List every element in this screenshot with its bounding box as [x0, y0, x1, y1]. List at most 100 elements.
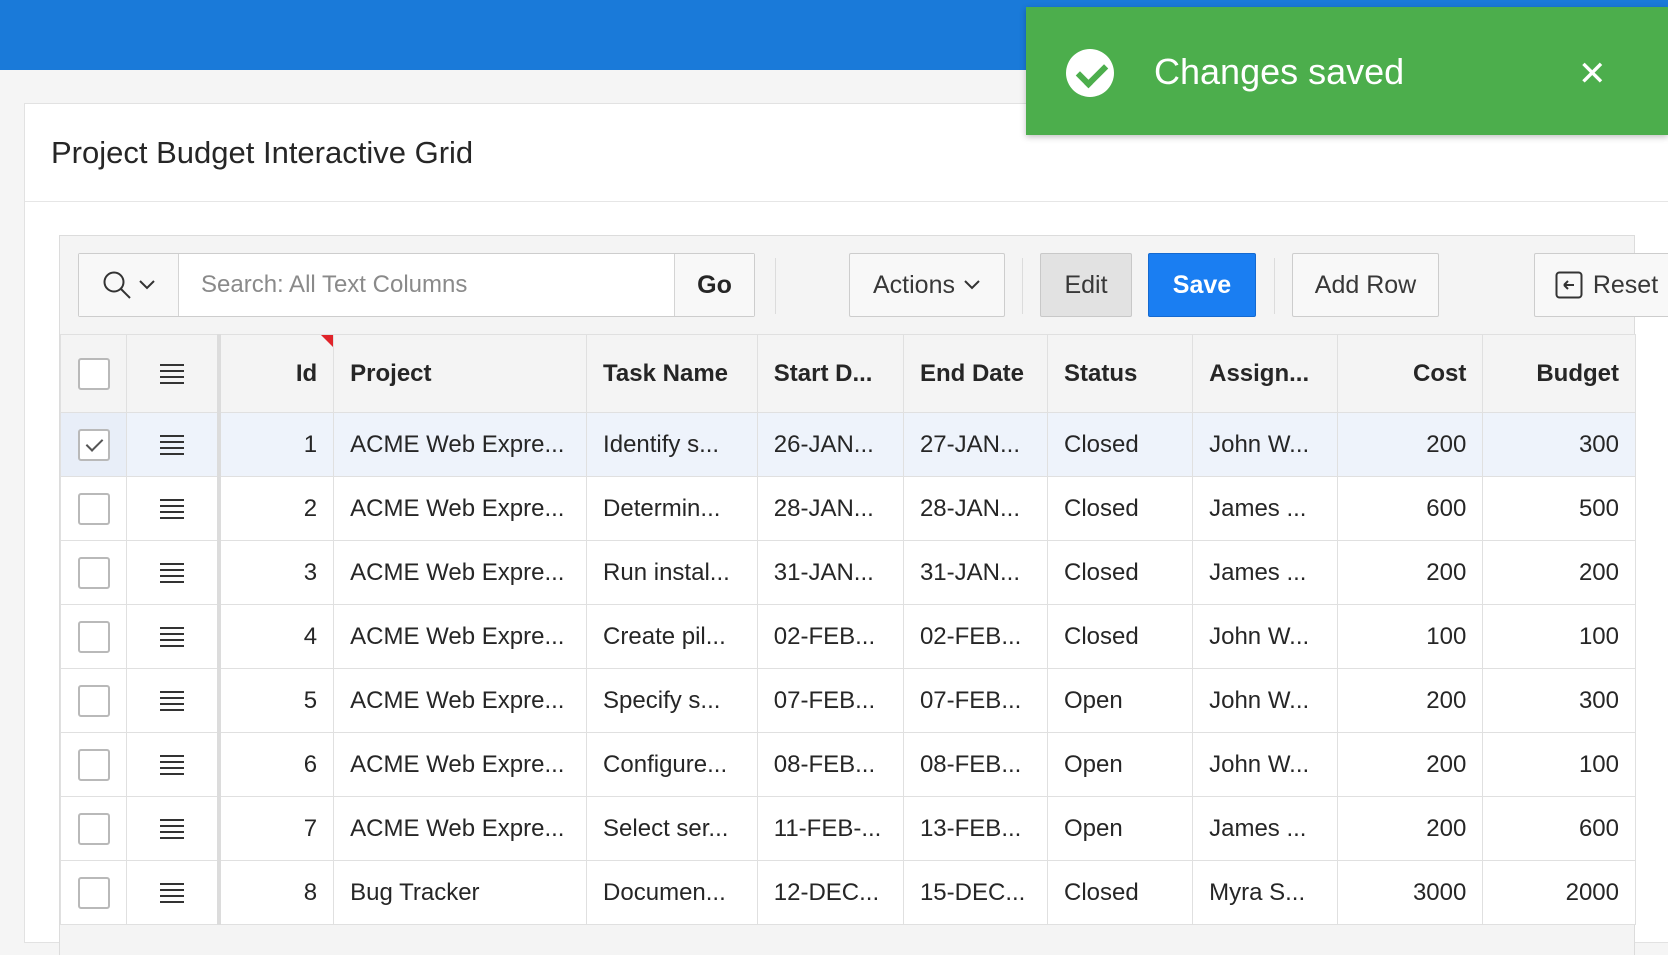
row-actions-cell[interactable]: [126, 412, 222, 477]
cell-status[interactable]: Closed: [1046, 604, 1194, 669]
row-select-cell[interactable]: [59, 540, 128, 605]
cell-project[interactable]: ACME Web Expre...: [333, 796, 588, 861]
cell-task-name[interactable]: Documen...: [586, 860, 758, 925]
table-row[interactable]: 1 ACME Web Expre... Identify s... 26-JAN...…: [59, 412, 1636, 477]
row-actions-cell[interactable]: [126, 796, 222, 861]
search-input[interactable]: [179, 254, 674, 316]
table-row[interactable]: 4 ACME Web Expre... Create pil... 02-FEB...…: [59, 604, 1636, 669]
column-header-project[interactable]: Project: [333, 334, 588, 413]
table-row[interactable]: 8 Bug Tracker Documen... 12-DEC... 15-DEC...…: [59, 860, 1636, 925]
cell-project[interactable]: ACME Web Expre...: [333, 668, 588, 733]
column-header-end-date[interactable]: End Date: [902, 334, 1049, 413]
cell-id[interactable]: 6: [218, 732, 335, 797]
cell-end-date[interactable]: 28-JAN...: [902, 476, 1049, 541]
row-actions-cell[interactable]: [126, 604, 222, 669]
table-row[interactable]: 2 ACME Web Expre... Determin... 28-JAN... 28…: [59, 476, 1636, 541]
row-checkbox[interactable]: [77, 428, 110, 461]
cell-task-name[interactable]: Determin...: [586, 476, 758, 541]
row-actions-icon[interactable]: [160, 627, 185, 648]
cell-budget[interactable]: 300: [1482, 668, 1636, 733]
actions-menu-button[interactable]: Actions: [849, 253, 1005, 317]
row-checkbox[interactable]: [77, 684, 110, 717]
cell-end-date[interactable]: 07-FEB...: [902, 668, 1049, 733]
cell-cost[interactable]: 600: [1337, 476, 1484, 541]
cell-project[interactable]: ACME Web Expre...: [333, 540, 588, 605]
cell-budget[interactable]: 600: [1482, 796, 1636, 861]
cell-project[interactable]: Bug Tracker: [333, 860, 588, 925]
cell-id[interactable]: 5: [218, 668, 335, 733]
cell-budget[interactable]: 2000: [1482, 860, 1636, 925]
row-actions-icon[interactable]: [160, 435, 185, 456]
reset-button[interactable]: Reset: [1534, 253, 1668, 317]
cell-status[interactable]: Closed: [1046, 412, 1194, 477]
cell-budget[interactable]: 200: [1482, 540, 1636, 605]
cell-end-date[interactable]: 31-JAN...: [902, 540, 1049, 605]
column-header-id[interactable]: Id: [218, 334, 335, 413]
cell-assigned[interactable]: James ...: [1192, 796, 1339, 861]
row-actions-icon[interactable]: [160, 563, 185, 584]
cell-end-date[interactable]: 27-JAN...: [902, 412, 1049, 477]
cell-start-date[interactable]: 12-DEC...: [756, 860, 904, 925]
cell-task-name[interactable]: Configure...: [586, 732, 758, 797]
row-select-cell[interactable]: [59, 668, 128, 733]
cell-id[interactable]: 3: [218, 540, 335, 605]
cell-status[interactable]: Closed: [1046, 860, 1194, 925]
cell-task-name[interactable]: Create pil...: [586, 604, 758, 669]
cell-cost[interactable]: 200: [1337, 412, 1484, 477]
row-checkbox[interactable]: [77, 876, 110, 909]
cell-id[interactable]: 1: [218, 412, 335, 477]
row-actions-icon[interactable]: [160, 819, 185, 840]
select-all-header[interactable]: [59, 334, 128, 413]
row-checkbox[interactable]: [77, 492, 110, 525]
row-checkbox[interactable]: [77, 812, 110, 845]
close-icon[interactable]: ✕: [1578, 57, 1607, 91]
add-row-button[interactable]: Add Row: [1292, 253, 1439, 317]
cell-assigned[interactable]: James ...: [1192, 540, 1339, 605]
cell-assigned[interactable]: John W...: [1192, 732, 1339, 797]
cell-task-name[interactable]: Specify s...: [586, 668, 758, 733]
cell-assigned[interactable]: John W...: [1192, 668, 1339, 733]
cell-id[interactable]: 2: [218, 476, 335, 541]
cell-task-name[interactable]: Identify s...: [586, 412, 758, 477]
cell-assigned[interactable]: James ...: [1192, 476, 1339, 541]
go-button[interactable]: Go: [674, 254, 754, 316]
cell-project[interactable]: ACME Web Expre...: [333, 412, 588, 477]
column-header-status[interactable]: Status: [1046, 334, 1194, 413]
table-row[interactable]: 6 ACME Web Expre... Configure... 08-FEB... 0…: [59, 732, 1636, 797]
row-select-cell[interactable]: [59, 732, 128, 797]
row-actions-icon[interactable]: [160, 499, 185, 520]
cell-status[interactable]: Open: [1046, 668, 1194, 733]
row-actions-icon[interactable]: [160, 883, 185, 904]
cell-task-name[interactable]: Select ser...: [586, 796, 758, 861]
cell-cost[interactable]: 200: [1337, 796, 1484, 861]
cell-start-date[interactable]: 07-FEB...: [756, 668, 904, 733]
cell-status[interactable]: Open: [1046, 732, 1194, 797]
cell-project[interactable]: ACME Web Expre...: [333, 732, 588, 797]
cell-start-date[interactable]: 26-JAN...: [756, 412, 904, 477]
row-actions-cell[interactable]: [126, 668, 222, 733]
cell-status[interactable]: Closed: [1046, 476, 1194, 541]
cell-assigned[interactable]: John W...: [1192, 604, 1339, 669]
row-select-cell[interactable]: [59, 860, 128, 925]
cell-end-date[interactable]: 02-FEB...: [902, 604, 1049, 669]
cell-id[interactable]: 8: [218, 860, 335, 925]
cell-cost[interactable]: 200: [1337, 732, 1484, 797]
column-header-start-date[interactable]: Start D...: [756, 334, 904, 413]
cell-end-date[interactable]: 15-DEC...: [902, 860, 1049, 925]
cell-assigned[interactable]: John W...: [1192, 412, 1339, 477]
row-select-cell[interactable]: [59, 476, 128, 541]
row-actions-icon[interactable]: [160, 755, 185, 776]
table-row[interactable]: 3 ACME Web Expre... Run instal... 31-JAN...…: [59, 540, 1636, 605]
save-button[interactable]: Save: [1148, 253, 1256, 317]
cell-status[interactable]: Closed: [1046, 540, 1194, 605]
cell-end-date[interactable]: 08-FEB...: [902, 732, 1049, 797]
table-row[interactable]: 7 ACME Web Expre... Select ser... 11-FEB-..…: [59, 796, 1636, 861]
cell-end-date[interactable]: 13-FEB...: [902, 796, 1049, 861]
row-select-cell[interactable]: [59, 796, 128, 861]
cell-start-date[interactable]: 08-FEB...: [756, 732, 904, 797]
cell-start-date[interactable]: 31-JAN...: [756, 540, 904, 605]
cell-assigned[interactable]: Myra S...: [1192, 860, 1339, 925]
cell-status[interactable]: Open: [1046, 796, 1194, 861]
row-actions-icon[interactable]: [160, 691, 185, 712]
cell-budget[interactable]: 100: [1482, 732, 1636, 797]
